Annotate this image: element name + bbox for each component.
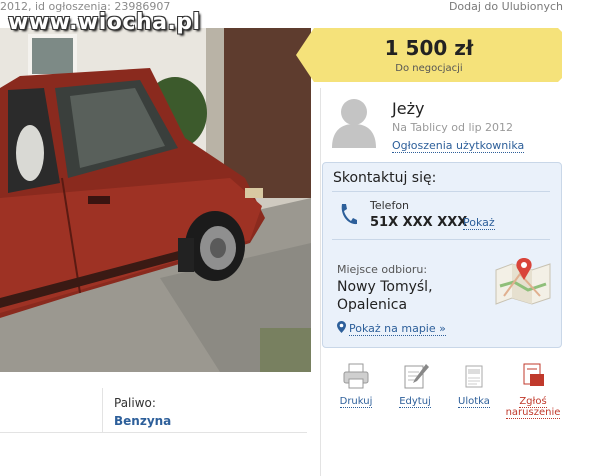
flyer-label: Ulotka <box>458 396 490 408</box>
print-button[interactable]: Drukuj <box>327 362 385 408</box>
price-value: 1 500 zł <box>384 36 474 60</box>
print-label: Drukuj <box>339 396 373 408</box>
pickup-label: Miejsce odbioru: <box>337 263 428 276</box>
watermark-text: www.wiocha.pl <box>8 10 201 35</box>
map-pin-icon <box>337 321 346 333</box>
phone-label: Telefon <box>370 199 410 212</box>
report-button[interactable]: Zgłoś naruszenie <box>504 362 562 419</box>
price-negotiable-note: Do negocjacji <box>395 63 463 74</box>
car-photo-image <box>0 28 311 372</box>
edit-button[interactable]: Edytuj <box>386 362 444 408</box>
column-divider <box>320 88 321 476</box>
edit-label: Edytuj <box>399 396 431 408</box>
flyer-button[interactable]: Ulotka <box>445 362 503 408</box>
report-flag-icon <box>523 363 544 386</box>
fuel-value[interactable]: Benzyna <box>114 414 171 428</box>
contact-title: Skontaktuj się: <box>333 170 437 186</box>
contact-separator <box>332 191 550 192</box>
listing-photo[interactable] <box>0 28 311 372</box>
user-silhouette-icon <box>332 99 376 148</box>
map-icon[interactable] <box>494 256 552 306</box>
params-divider <box>102 388 103 432</box>
printer-icon <box>343 363 369 389</box>
phone-number: 51X XXX XXX <box>370 215 468 230</box>
flyer-icon <box>465 365 483 388</box>
seller-since: Na Tablicy od lip 2012 <box>392 121 514 134</box>
report-label: Zgłoś naruszenie <box>505 396 561 419</box>
pickup-city: Nowy Tomyśl, <box>337 279 433 295</box>
show-on-map-link[interactable]: Pokaż na mapie » <box>337 321 446 336</box>
phone-icon <box>341 204 357 225</box>
pickup-district: Opalenica <box>337 297 408 313</box>
contact-separator <box>332 239 550 240</box>
params-bottom-line <box>0 432 307 433</box>
show-phone-link[interactable]: Pokaż <box>463 216 495 230</box>
edit-icon <box>404 364 429 389</box>
user-ads-link[interactable]: Ogłoszenia użytkownika <box>392 139 525 153</box>
fuel-label: Paliwo: <box>114 396 156 410</box>
add-to-favorites-link[interactable]: Dodaj do Ulubionych <box>449 0 563 13</box>
show-on-map-label: Pokaż na mapie » <box>349 322 446 336</box>
seller-name: Jeży <box>392 99 425 118</box>
